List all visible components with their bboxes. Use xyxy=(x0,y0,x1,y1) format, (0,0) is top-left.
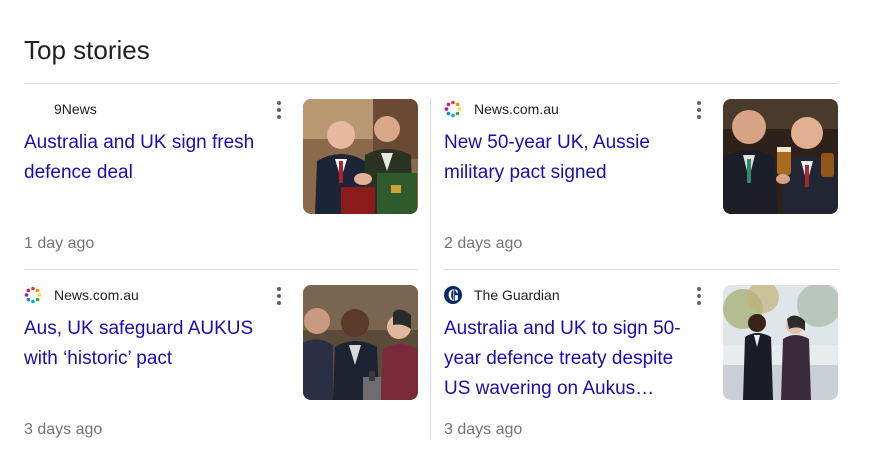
divider xyxy=(444,269,838,270)
more-options-icon[interactable] xyxy=(690,100,708,120)
story-headline[interactable]: Aus, UK safeguard AUKUS with ‘historic’ … xyxy=(24,314,284,374)
news-com-au-dots-icon xyxy=(24,286,42,304)
story-card[interactable]: The Guardian Australia and UK to sign 50… xyxy=(444,284,838,454)
news-com-au-dots-icon xyxy=(444,100,462,118)
source-logo-icon xyxy=(24,100,42,118)
story-timestamp: 1 day ago xyxy=(24,235,95,252)
story-headline[interactable]: New 50-year UK, Aussie military pact sig… xyxy=(444,128,704,188)
source-name: The Guardian xyxy=(474,287,560,303)
section-title: Top stories xyxy=(24,35,150,65)
more-options-icon[interactable] xyxy=(270,100,288,120)
source-name: News.com.au xyxy=(54,287,139,303)
story-thumbnail[interactable] xyxy=(303,99,418,214)
story-source[interactable]: News.com.au xyxy=(24,286,139,304)
story-headline[interactable]: Australia and UK sign fresh defence deal xyxy=(24,128,284,188)
story-source[interactable]: The Guardian xyxy=(444,286,560,304)
source-name: 9News xyxy=(54,101,97,117)
story-source[interactable]: News.com.au xyxy=(444,100,559,118)
story-thumbnail[interactable] xyxy=(723,99,838,214)
story-card[interactable]: 9News Australia and UK sign fresh defenc… xyxy=(24,98,418,268)
story-card[interactable]: News.com.au New 50-year UK, Aussie milit… xyxy=(444,98,838,268)
divider xyxy=(24,269,418,270)
more-options-icon[interactable] xyxy=(270,286,288,306)
story-thumbnail[interactable] xyxy=(303,285,418,400)
story-timestamp: 3 days ago xyxy=(24,421,103,438)
guardian-g-icon xyxy=(444,286,462,304)
source-name: News.com.au xyxy=(474,101,559,117)
story-timestamp: 2 days ago xyxy=(444,235,523,252)
story-card[interactable]: News.com.au Aus, UK safeguard AUKUS with… xyxy=(24,284,418,454)
story-source[interactable]: 9News xyxy=(24,100,97,118)
more-options-icon[interactable] xyxy=(690,286,708,306)
divider xyxy=(24,83,838,84)
story-thumbnail[interactable] xyxy=(723,285,838,400)
story-headline[interactable]: Australia and UK to sign 50-year defence… xyxy=(444,314,704,404)
column-divider xyxy=(430,98,431,440)
story-timestamp: 3 days ago xyxy=(444,421,523,438)
